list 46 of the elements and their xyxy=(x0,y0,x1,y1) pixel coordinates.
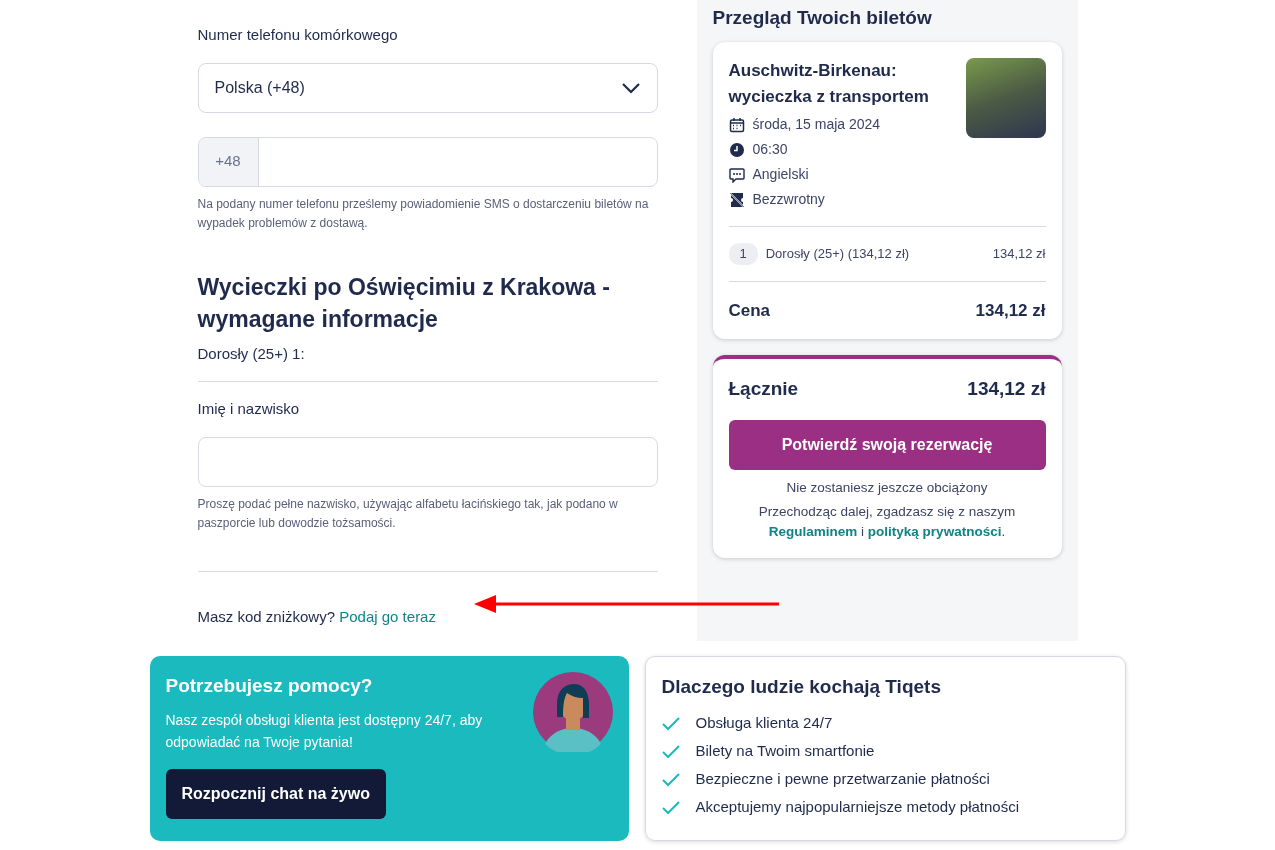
total-amount: 134,12 zł xyxy=(967,377,1046,401)
confirm-button[interactable]: Potwierdź swoją rezerwację xyxy=(728,419,1046,470)
summary-heading: Przegląd Twoich biletów xyxy=(712,6,933,30)
field-label: Imię i nazwisko xyxy=(197,399,301,419)
ticket-detail: Bezzwrotny xyxy=(752,190,825,209)
ticket-line-price: 134,12 zł xyxy=(992,245,1046,263)
benefit-text: Bilety na Twoim smartfonie xyxy=(695,741,875,762)
help-text: Nasz zespół obsługi klienta jest dostępny 24/7, aby odpowiadać na Twoje pytania! xyxy=(165,710,484,752)
phone-prefix: +48 xyxy=(198,137,259,186)
phone-input-field[interactable]: +48 xyxy=(197,136,658,187)
ticket-line-label: Dorosły (25+) (134,12 zł) xyxy=(765,245,911,263)
ticket-title: Auschwitz-Birkenau: wycieczka z transportem xyxy=(728,60,930,108)
ticket-detail: środa, 15 maja 2024 xyxy=(752,115,881,134)
ticket-detail: Angielski xyxy=(752,165,809,184)
chevron-down-icon xyxy=(620,81,641,94)
price-label: Cena xyxy=(728,299,771,322)
terms-link[interactable]: Regulaminem xyxy=(768,524,858,539)
benefit-text: Akceptujemy najpopularniejsze metody płatności xyxy=(695,797,1019,818)
name-input-field[interactable] xyxy=(197,436,658,487)
speech-bubble-icon xyxy=(728,166,745,183)
discount-link[interactable]: Podaj go teraz xyxy=(339,607,436,625)
check-icon xyxy=(661,716,680,731)
check-icon xyxy=(661,744,680,759)
quantity-badge: 1 xyxy=(728,243,758,265)
price-value: 134,12 zł xyxy=(975,299,1046,322)
field-hint: Na podany numer telefonu prześlemy powiadomienie SMS o dostarczeniu biletów na wypadek problemów z dostawą. xyxy=(197,195,650,232)
field-label: Numer telefonu komórkowego xyxy=(197,25,399,45)
ticket-detail: 06:30 xyxy=(752,140,788,159)
benefits-title: Dlaczego ludzie kochają Tiqets xyxy=(661,675,942,699)
total-label: Łącznie xyxy=(728,377,799,401)
check-icon xyxy=(661,800,680,815)
live-chat-button[interactable]: Rozpocznij chat na żywo xyxy=(165,768,386,819)
check-icon xyxy=(661,772,680,787)
calendar-icon xyxy=(728,116,745,133)
terms-text: Przechodząc dalej, zgadzasz się z naszym Regulaminem i polityką prywatności. xyxy=(757,502,1017,541)
charge-note: Nie zostaniesz jeszcze obciążony xyxy=(785,478,989,497)
discount-question: Masz kod zniżkowy? xyxy=(197,607,336,625)
clock-icon xyxy=(728,141,745,158)
benefit-text: Bezpieczne i pewne przetwarzanie płatności xyxy=(695,769,990,790)
section-heading: Wycieczki po Oświęcimiu z Krakowa - wymagane informacje xyxy=(197,272,611,334)
crossed-ticket-icon xyxy=(728,191,745,208)
help-title: Potrzebujesz pomocy? xyxy=(165,674,374,698)
traveler-label: Dorosły (25+) 1: xyxy=(197,343,306,364)
field-hint: Proszę podać pełne nazwisko, używając alfabetu łacińskiego tak, jak podano w paszporcie lub dowodzie tożsamości. xyxy=(197,495,619,532)
country-select[interactable]: Polska (+48) xyxy=(197,62,658,113)
benefit-text: Obsługa klienta 24/7 xyxy=(695,713,833,734)
